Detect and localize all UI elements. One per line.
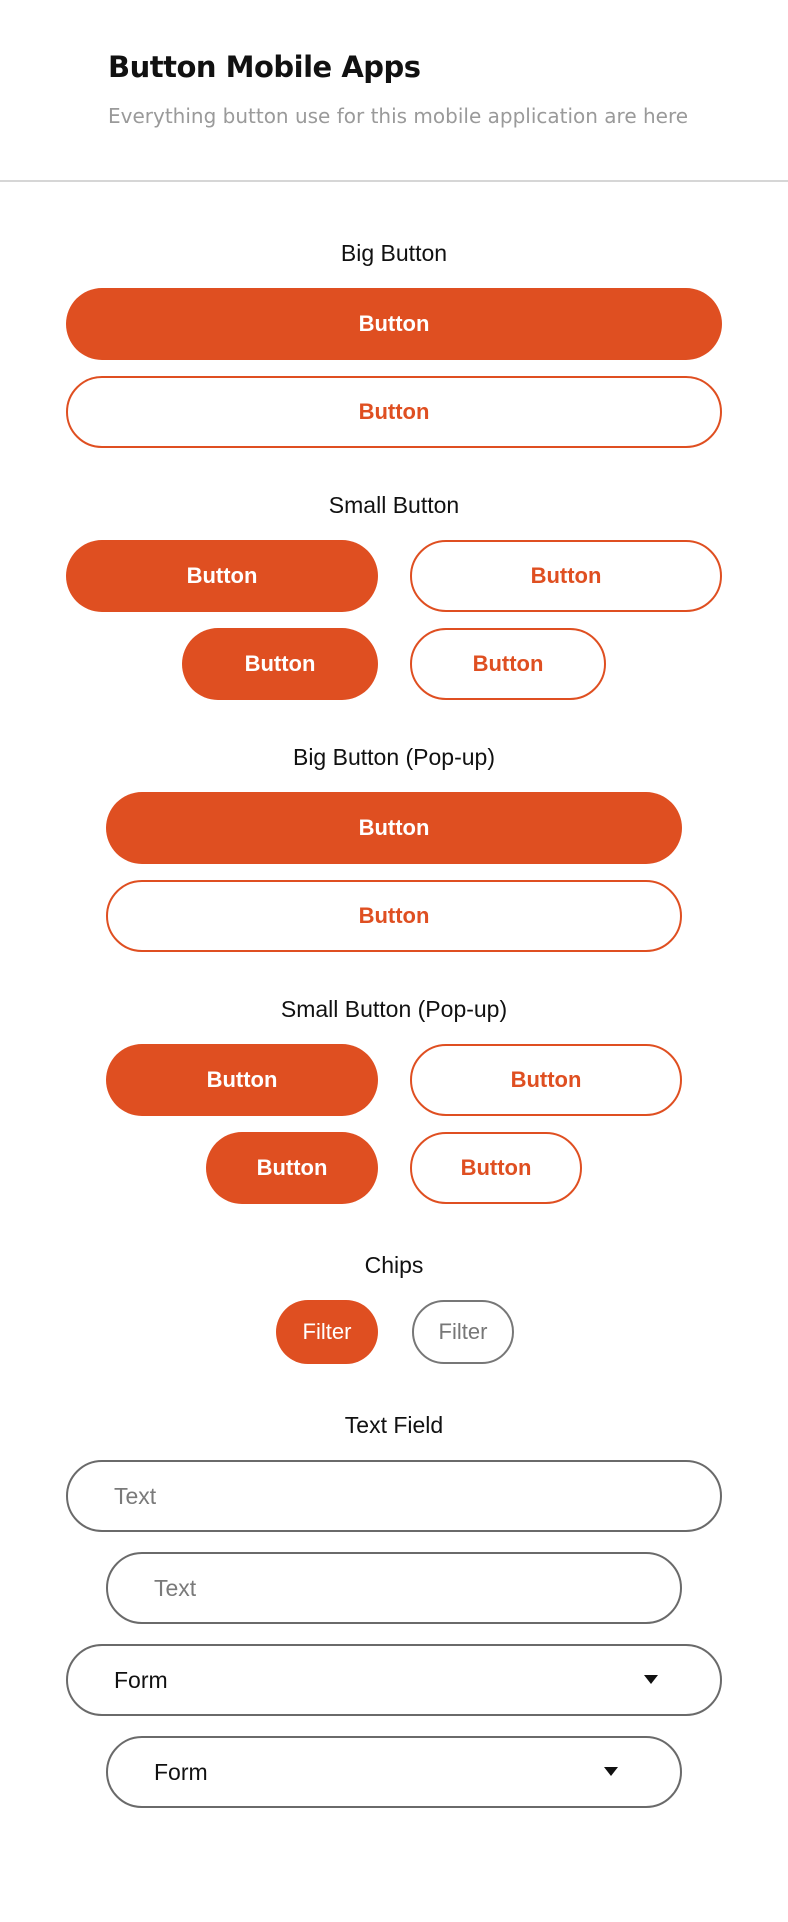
- page-subtitle: Everything button use for this mobile ap…: [108, 104, 689, 128]
- caret-down-icon: [644, 1675, 658, 1684]
- form-dropdown-wide[interactable]: Form: [66, 1644, 722, 1716]
- text-field-narrow[interactable]: Text: [106, 1552, 682, 1624]
- big-button-outlined[interactable]: Button: [66, 376, 722, 448]
- page-title: Button Mobile Apps: [108, 50, 421, 84]
- section-title-small-button-popup: Small Button (Pop-up): [280, 996, 508, 1022]
- small-button-filled-wide[interactable]: Button: [66, 540, 378, 612]
- form-dropdown-narrow[interactable]: Form: [106, 1736, 682, 1808]
- section-title-text-field: Text Field: [344, 1412, 444, 1438]
- form-dropdown-value: Form: [114, 1666, 168, 1693]
- text-field-placeholder: Text: [114, 1482, 157, 1509]
- popup-small-button-outlined-narrow[interactable]: Button: [410, 1132, 582, 1204]
- popup-big-button-outlined[interactable]: Button: [106, 880, 682, 952]
- small-button-filled-narrow[interactable]: Button: [182, 628, 378, 700]
- popup-small-button-filled-wide[interactable]: Button: [106, 1044, 378, 1116]
- popup-small-button-outlined-wide[interactable]: Button: [410, 1044, 682, 1116]
- small-button-outlined-wide[interactable]: Button: [410, 540, 722, 612]
- filter-chip-unselected[interactable]: Filter: [412, 1300, 514, 1364]
- text-field-wide[interactable]: Text: [66, 1460, 722, 1532]
- filter-chip-selected[interactable]: Filter: [276, 1300, 378, 1364]
- popup-big-button-filled[interactable]: Button: [106, 792, 682, 864]
- section-title-chips: Chips: [364, 1252, 424, 1278]
- section-title-small-button: Small Button: [328, 492, 460, 518]
- page-header: Button Mobile Apps Everything button use…: [0, 0, 788, 182]
- form-dropdown-value: Form: [154, 1758, 208, 1785]
- section-title-big-button-popup: Big Button (Pop-up): [292, 744, 495, 770]
- popup-small-button-filled-narrow[interactable]: Button: [206, 1132, 378, 1204]
- big-button-filled[interactable]: Button: [66, 288, 722, 360]
- caret-down-icon: [604, 1767, 618, 1776]
- small-button-outlined-narrow[interactable]: Button: [410, 628, 606, 700]
- text-field-placeholder: Text: [154, 1574, 197, 1601]
- section-title-big-button: Big Button: [340, 240, 448, 266]
